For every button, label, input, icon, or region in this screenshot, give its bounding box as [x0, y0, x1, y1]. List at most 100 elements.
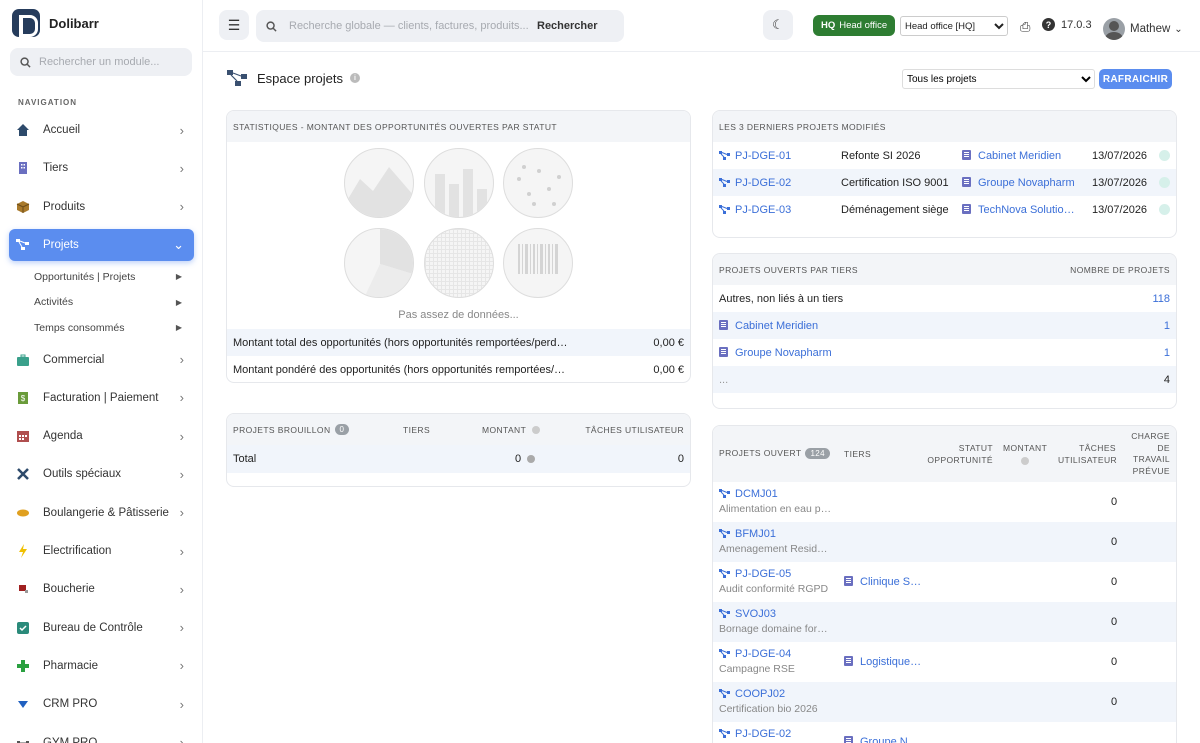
col-tiers: TIERS	[403, 424, 431, 435]
sidebar-item-agenda[interactable]: Agenda ›	[9, 417, 194, 455]
project-cell: BFMJ01 Amenagement Resid…	[719, 527, 828, 557]
thirdparty-name: TechNova Solutio…	[978, 203, 1075, 216]
sidebar-item-boucherie[interactable]: Boucherie ›	[9, 570, 194, 608]
refresh-button[interactable]: RAFRAICHIR	[1099, 69, 1172, 89]
project-icon	[719, 689, 730, 698]
calendar-icon	[16, 429, 30, 443]
project-ref-link[interactable]: SVOJ03	[719, 608, 776, 620]
sidebar-item-label: Facturation | Paiement	[43, 391, 159, 404]
thirdparty-link[interactable]: Groupe N…	[844, 736, 919, 743]
thirdparty-name: Groupe N…	[860, 736, 919, 743]
submenu-item[interactable]: Activités ▶	[34, 289, 194, 315]
open-projects-header: PROJETS OUVERT 124 TIERS STATUT OPPORTUNIT…	[713, 426, 1176, 482]
open-projects-title: PROJETS OUVERT	[719, 448, 802, 458]
sidebar-item-gym-pro[interactable]: GYM PRO ›	[9, 723, 194, 743]
dark-mode-button[interactable]: ☾	[763, 10, 793, 40]
project-icon	[719, 529, 730, 538]
sidebar-item-projets[interactable]: Projets ⌄	[9, 228, 194, 261]
chevron-right-icon: ›	[179, 505, 184, 521]
sidebar-item-label: Accueil	[43, 124, 81, 137]
global-search-button[interactable]: Rechercher	[537, 20, 598, 32]
col-tasks-line2: UTILISATEUR	[1058, 455, 1118, 465]
projects-by-thirdparty-card: PROJETS OUVERTS PAR TIERS NOMBRE DE PROJ…	[712, 253, 1177, 409]
open-project-row: PJ-DGE-05 Audit conformité RGPD Clinique…	[713, 562, 1176, 602]
thirdparty-link[interactable]: Logistique…	[844, 656, 921, 668]
user-tasks: 0	[1111, 576, 1118, 588]
col-status: STATUT OPPORTUNITÉ	[918, 442, 993, 466]
sidebar-item-label: GYM PRO	[43, 736, 98, 743]
sidebar-item-produits[interactable]: Produits ›	[9, 188, 194, 226]
placeholder-scatter-chart-icon	[503, 148, 573, 218]
project-ref-link[interactable]: DCMJ01	[719, 488, 778, 500]
sidebar-item-boulangerie-p-tisserie[interactable]: Boulangerie & Pâtisserie ›	[9, 494, 194, 532]
chevron-right-icon: ›	[179, 122, 184, 138]
col-workload-line3: TRAVAIL	[1133, 454, 1170, 464]
triangle-right-icon: ▶	[175, 272, 182, 282]
brand[interactable]: Dolibarr	[12, 9, 99, 37]
thirdparty-link[interactable]: Groupe Novapharm	[962, 176, 1075, 189]
module-search-input[interactable]	[39, 56, 179, 68]
stats-card: STATISTIQUES - MONTANT DES OPPORTUNITÉS …	[226, 110, 691, 383]
sidebar-item-label: Boucherie	[43, 583, 95, 596]
project-title: Refonte SI 2026	[841, 149, 921, 162]
thirdparty-link[interactable]: Groupe Novapharm	[719, 346, 832, 359]
project-ref-link[interactable]: PJ-DGE-03	[719, 204, 791, 216]
info-icon	[532, 426, 541, 435]
entity-badge[interactable]: HQ Head office	[813, 15, 896, 36]
sidebar-item-pharmacie[interactable]: Pharmacie ›	[9, 647, 194, 685]
submenu-item[interactable]: Temps consommés ▶	[34, 315, 194, 341]
user-menu[interactable]: Mathew ⌄	[1103, 18, 1183, 40]
project-ref-link[interactable]: PJ-DGE-04	[719, 648, 791, 660]
printer-icon[interactable]: ⎙	[1020, 19, 1030, 35]
user-tasks: 0	[1111, 696, 1118, 708]
project-ref-link[interactable]: PJ-DGE-02	[719, 728, 791, 740]
global-search-input[interactable]	[289, 20, 529, 32]
info-icon[interactable]: i	[350, 73, 360, 83]
project-count-link[interactable]: 1	[1164, 347, 1170, 359]
sidebar-item-accueil[interactable]: Accueil ›	[9, 111, 194, 149]
sidebar-item-facturation-paiement[interactable]: $ Facturation | Paiement ›	[9, 379, 194, 417]
sidebar-item-label: Produits	[43, 200, 86, 213]
project-filter-select[interactable]: Tous les projets	[902, 69, 1095, 89]
no-data-text: Pas assez de données...	[398, 309, 519, 321]
open-project-row: SVOJ03 Bornage domaine for… 0	[713, 602, 1176, 642]
sidebar-item-crm-pro[interactable]: CRM PRO ›	[9, 685, 194, 723]
user-tasks: 0	[1111, 496, 1118, 508]
invoice-icon: $	[16, 391, 30, 405]
module-search[interactable]	[10, 48, 192, 76]
thirdparty-link[interactable]: Cabinet Meridien	[962, 149, 1061, 162]
sidebar-item-commercial[interactable]: Commercial ›	[9, 340, 194, 378]
sidebar-item-bureau-de-contr-le[interactable]: Bureau de Contrôle ›	[9, 608, 194, 646]
project-ref-link[interactable]: BFMJ01	[719, 528, 776, 540]
triangle-right-icon: ▶	[175, 323, 182, 333]
submenu-item[interactable]: Opportunités | Projets ▶	[34, 264, 194, 290]
thirdparty-link[interactable]: Cabinet Meridien	[719, 319, 818, 332]
project-ref-link[interactable]: PJ-DGE-05	[719, 568, 791, 580]
help-version[interactable]: ? 17.0.3	[1042, 18, 1092, 31]
entity-select[interactable]: Head office [HQ]	[900, 16, 1008, 36]
placeholder-grid-chart-icon	[424, 228, 494, 298]
submenu-item-label: Opportunités | Projets	[34, 270, 136, 283]
sidebar-item-outils-sp-ciaux[interactable]: Outils spéciaux ›	[9, 455, 194, 493]
project-ref-link[interactable]: PJ-DGE-01	[719, 150, 791, 162]
draft-projects-title: PROJETS BROUILLON	[233, 424, 331, 435]
chevron-right-icon: ›	[179, 696, 184, 712]
project-count-link[interactable]: 118	[1152, 293, 1170, 305]
project-count-link[interactable]: 1	[1164, 320, 1170, 332]
modified-date: 13/07/2026	[1092, 203, 1148, 216]
project-ref-link[interactable]: COOPJ02	[719, 688, 785, 700]
project-icon	[227, 70, 247, 86]
stats-weighted-label: Montant pondéré des opportunités (hors o…	[233, 363, 566, 376]
project-count-link[interactable]: 4	[1164, 374, 1170, 386]
menu-toggle-button[interactable]: ☰	[219, 10, 249, 40]
chevron-right-icon: ›	[179, 352, 184, 368]
sidebar-item-electrification[interactable]: Electrification ›	[9, 532, 194, 570]
col-amount-label: MONTANT	[482, 424, 527, 435]
project-ref: PJ-DGE-03	[735, 203, 792, 216]
chevron-down-icon: ⌄	[1174, 23, 1183, 35]
sidebar-item-tiers[interactable]: Tiers ›	[9, 149, 194, 187]
thirdparty-link[interactable]: Clinique S…	[844, 576, 921, 588]
hamburger-icon: ☰	[227, 16, 241, 33]
thirdparty-link[interactable]: TechNova Solutio…	[962, 203, 1075, 216]
project-ref-link[interactable]: PJ-DGE-02	[719, 177, 791, 189]
